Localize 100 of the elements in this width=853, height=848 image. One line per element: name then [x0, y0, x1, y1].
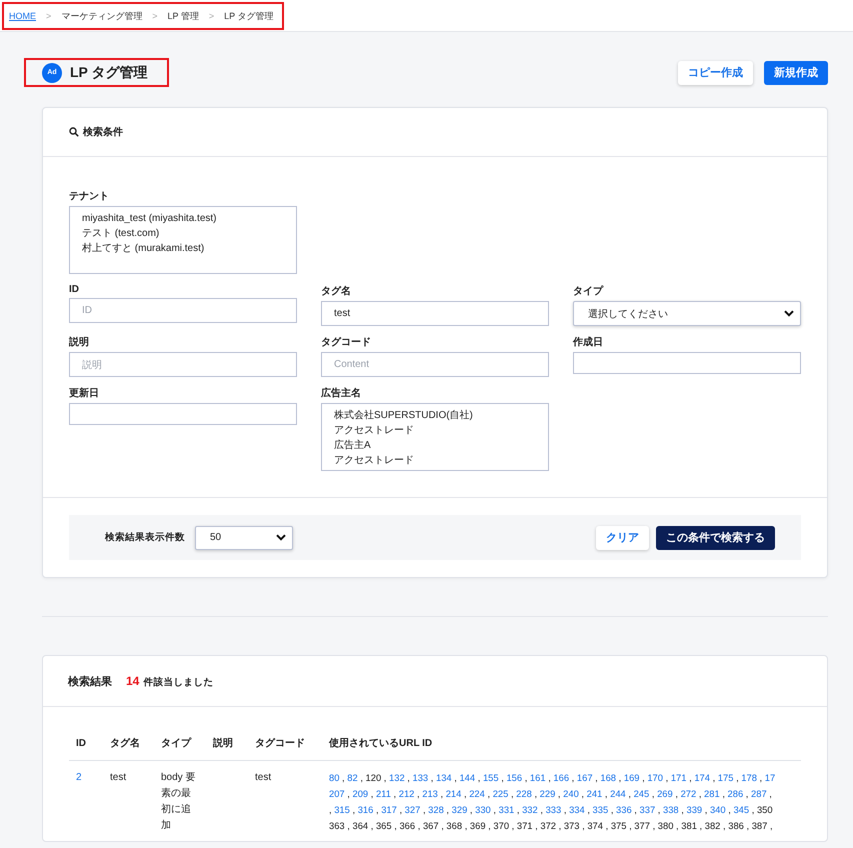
- url-id-link[interactable]: 167: [576, 772, 593, 783]
- breadcrumb-separator: >: [208, 11, 214, 21]
- url-id-link[interactable]: 144: [459, 772, 476, 783]
- url-id-link[interactable]: 329: [452, 804, 468, 815]
- separator-text: ,: [548, 772, 551, 783]
- separator-text: ,: [658, 804, 660, 815]
- url-id-link[interactable]: 336: [616, 804, 632, 815]
- breadcrumb-separator: >: [152, 11, 158, 21]
- url-id-link[interactable]: 214: [446, 788, 462, 799]
- separator-text: ,: [422, 804, 426, 815]
- url-id-link[interactable]: 317: [381, 804, 397, 815]
- url-id-text: 369: [470, 820, 486, 831]
- url-id-link[interactable]: 272: [680, 788, 696, 799]
- url-id-link[interactable]: 175: [718, 772, 734, 783]
- separator-text: ,: [384, 772, 386, 783]
- url-id-link[interactable]: 334: [569, 804, 585, 815]
- url-id-link[interactable]: 171: [670, 772, 686, 783]
- url-id-link[interactable]: 337: [640, 804, 656, 815]
- url-id-link[interactable]: 207: [329, 788, 345, 799]
- url-id-link[interactable]: 170: [647, 772, 663, 783]
- url-id-link[interactable]: 211: [376, 788, 391, 799]
- url-id-link[interactable]: 333: [546, 804, 562, 815]
- input-field[interactable]: ID: [69, 298, 297, 323]
- url-id-text: 381: [681, 820, 697, 831]
- url-id-link[interactable]: 169: [624, 772, 640, 783]
- new-button[interactable]: 新規作成: [764, 60, 828, 84]
- url-id-link[interactable]: 213: [422, 788, 438, 799]
- input-field[interactable]: 説明: [69, 352, 297, 377]
- separator-text: ,: [642, 772, 645, 783]
- url-id-link[interactable]: 134: [436, 772, 452, 783]
- url-id-link[interactable]: 241: [586, 788, 602, 799]
- url-id-link[interactable]: 174: [694, 772, 710, 783]
- url-id-link[interactable]: 339: [686, 804, 702, 815]
- url-id-link[interactable]: 209: [352, 788, 368, 799]
- date-field[interactable]: [69, 403, 297, 425]
- url-id-link[interactable]: 330: [475, 804, 491, 815]
- url-id-text: 380: [658, 820, 674, 831]
- separator-text: ,: [629, 820, 632, 831]
- breadcrumb-link[interactable]: HOME: [9, 11, 36, 21]
- url-id-link[interactable]: 224: [469, 788, 485, 799]
- separator-text: ,: [478, 772, 480, 783]
- url-id-text: 120: [366, 772, 382, 783]
- clear-button[interactable]: クリア: [596, 526, 649, 550]
- url-id-link[interactable]: 287: [751, 788, 767, 799]
- url-id-link[interactable]: 212: [398, 788, 414, 799]
- id-link[interactable]: 2: [69, 760, 103, 834]
- url-id-link[interactable]: 335: [592, 804, 608, 815]
- select-dropdown[interactable]: 選択してください: [573, 301, 801, 326]
- url-id-link[interactable]: 340: [710, 804, 726, 815]
- url-id-link[interactable]: 229: [540, 788, 556, 799]
- url-id-text: 375: [610, 820, 626, 831]
- copy-button[interactable]: コピー作成: [678, 60, 753, 84]
- separator-text: ,: [535, 820, 538, 831]
- url-id-link[interactable]: 269: [657, 788, 673, 799]
- separator-text: ,: [558, 788, 561, 799]
- url-id-link[interactable]: 316: [358, 804, 374, 815]
- url-id-link[interactable]: 331: [498, 804, 514, 815]
- separator-text: ,: [582, 820, 585, 831]
- url-id-link[interactable]: 228: [516, 788, 532, 799]
- per-page-select[interactable]: 50: [195, 526, 293, 550]
- url-id-link[interactable]: 327: [404, 804, 420, 815]
- separator-text: ,: [376, 804, 379, 815]
- url-id-link[interactable]: 166: [553, 772, 570, 783]
- url-id-link[interactable]: 345: [733, 804, 750, 815]
- input-field[interactable]: Content: [321, 352, 549, 377]
- url-id-link[interactable]: 328: [428, 804, 444, 815]
- url-id-link[interactable]: 281: [704, 788, 720, 799]
- tenant-listbox[interactable]: miyashita_test (miyashita.test) テスト (test.com) 村上てすと (murakami.test): [69, 206, 297, 274]
- url-id-link[interactable]: 82: [347, 772, 358, 783]
- url-id-link[interactable]: 80: [329, 772, 340, 783]
- url-id-link[interactable]: 132: [389, 772, 405, 783]
- url-id-link[interactable]: 338: [663, 804, 679, 815]
- url-id-link[interactable]: 332: [522, 804, 538, 815]
- separator-text: ,: [430, 772, 434, 783]
- url-id-text: 386: [728, 820, 744, 831]
- url-id-link[interactable]: 245: [634, 788, 650, 799]
- section-title: 検索条件: [83, 126, 123, 139]
- url-id-link[interactable]: 161: [530, 772, 546, 783]
- url-id-link[interactable]: 133: [412, 772, 428, 783]
- separator-text: ,: [587, 804, 590, 815]
- url-id-link[interactable]: 178: [741, 772, 757, 783]
- url-id-link[interactable]: 225: [492, 788, 508, 799]
- separator-text: ,: [564, 804, 566, 815]
- url-id-link[interactable]: 168: [600, 772, 616, 783]
- input-field[interactable]: test: [321, 301, 549, 326]
- date-field[interactable]: [573, 352, 801, 374]
- advertiser-listbox[interactable]: 株式会社SUPERSTUDIO(自社) アクセストレード 広告主A アクセストレード: [321, 403, 549, 471]
- separator-text: ,: [604, 788, 608, 799]
- search-button[interactable]: この条件で検索する: [656, 526, 775, 550]
- url-id-link[interactable]: 286: [728, 788, 744, 799]
- separator-text: ,: [652, 788, 654, 799]
- url-id-link[interactable]: 315: [334, 804, 350, 815]
- separator-text: ,: [512, 820, 514, 831]
- url-id-link[interactable]: 17: [764, 772, 776, 783]
- url-id-link[interactable]: 240: [563, 788, 579, 799]
- field-label: ID: [69, 284, 80, 295]
- url-id-link[interactable]: 244: [610, 788, 626, 799]
- url-id-link[interactable]: 156: [506, 772, 522, 783]
- url-id-link[interactable]: 155: [482, 772, 499, 783]
- separator-text: ,: [464, 820, 468, 831]
